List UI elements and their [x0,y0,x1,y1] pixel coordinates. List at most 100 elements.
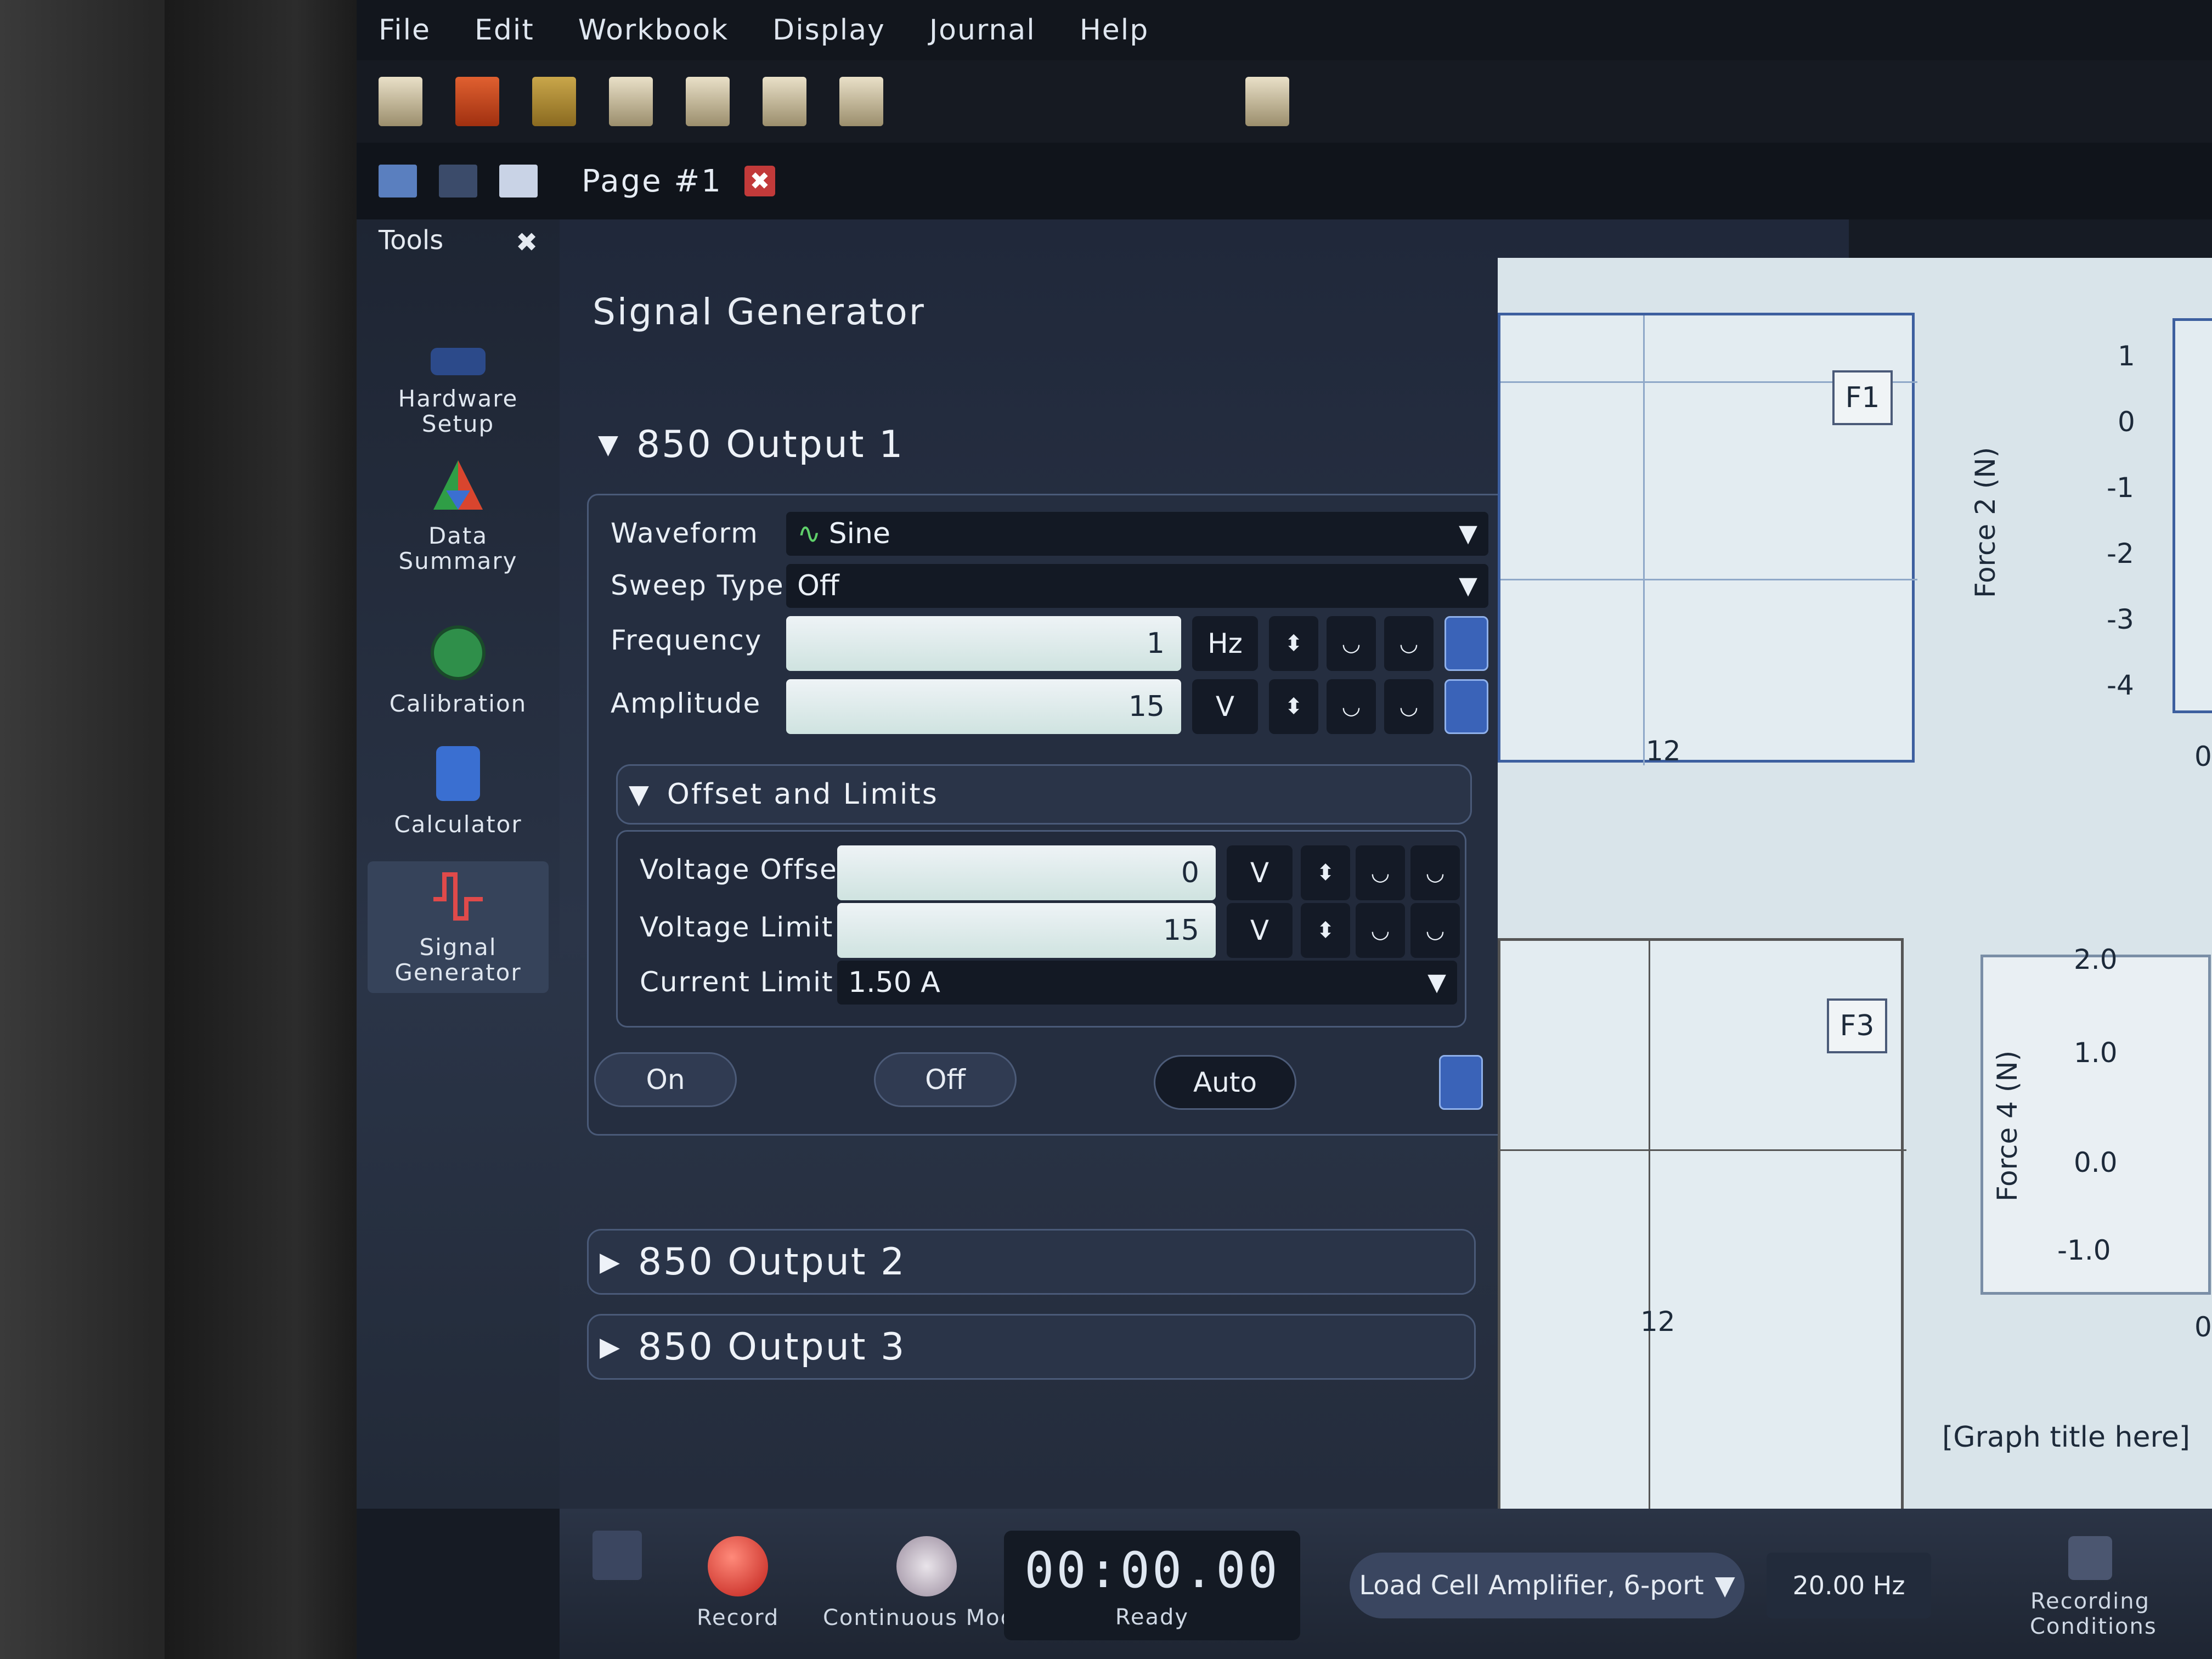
sweep-type-dropdown[interactable]: Off ▼ [786,564,1488,608]
graph-4-y-tick: 2.0 [2074,944,2118,975]
off-button[interactable]: Off [874,1052,1017,1107]
data-manager-icon [592,1531,642,1580]
continuous-mode-button[interactable]: Continuous Mode [823,1536,1030,1630]
amplitude-decrease-icon[interactable]: ◡ [1327,679,1376,734]
amplitude-unit-button[interactable]: V [1192,679,1258,734]
graph-2-plot[interactable] [2172,318,2212,713]
voltage-limit-input[interactable]: 15 [837,903,1216,958]
menu-file[interactable]: File [379,14,431,47]
amplitude-increase-icon[interactable]: ◡ [1384,679,1434,734]
paste-icon[interactable] [763,77,806,126]
menu-workbook[interactable]: Workbook [578,14,729,47]
graph-area: F1 12 0 Force 2 (N) 1 0 -1 -2 -3 -4 F3 1… [1498,258,2212,1544]
hardware-icon [431,348,486,375]
frequency-label: Frequency [611,624,763,656]
app-screen: File Edit Workbook Display Journal Help … [357,0,2212,1659]
voltage-limit-increase-icon[interactable]: ◡ [1410,903,1460,958]
offset-limits-header[interactable]: ▼ Offset and Limits [616,764,1472,825]
print-icon[interactable] [609,77,653,126]
frequency-stepper[interactable]: ⬍ [1269,616,1318,671]
output-2-header[interactable]: ▶ 850 Output 2 [587,1229,1476,1295]
chevron-down-icon: ▼ [1427,968,1446,996]
tool-label: Signal Generator [394,934,522,986]
frequency-unit-button[interactable]: Hz [1192,616,1258,671]
tool-hardware-setup[interactable]: Hardware Setup [368,324,549,444]
voltage-offset-decrease-icon[interactable]: ◡ [1356,845,1405,900]
output-1-header[interactable]: ▼ 850 Output 1 [587,411,1476,477]
voltage-offset-unit-button[interactable]: V [1227,845,1293,900]
chevron-down-icon: ▼ [1459,520,1477,548]
grid-layout-icon[interactable] [499,165,538,198]
grid-line [1500,579,1917,580]
voltage-limit-unit-button[interactable]: V [1227,903,1293,958]
current-limit-value: 1.50 A [848,966,940,999]
recording-conditions-button[interactable]: Recording Conditions [2030,1536,2156,1639]
tools-sidebar: Tools ✖ Hardware Setup Data Summary Cali… [357,219,560,1509]
open-folder-icon[interactable] [455,77,499,126]
recording-conditions-icon [2068,1536,2112,1580]
tool-calibration[interactable]: Calibration [368,603,549,724]
frequency-input[interactable]: 1 [786,616,1181,671]
menu-journal[interactable]: Journal [929,14,1036,47]
tool-data-summary[interactable]: Data Summary [368,460,549,582]
tool-label: Data Summary [398,522,518,574]
timer-status: Ready [1115,1604,1189,1630]
copy-icon[interactable] [686,77,730,126]
graph-4-y-title: Force 4 (N) [1991,1050,2023,1201]
data-manager-button[interactable] [592,1531,642,1580]
expand-caret-icon: ▼ [629,779,651,810]
output-2-title: 850 Output 2 [637,1240,906,1284]
close-tab-icon[interactable]: ✖ [744,166,775,196]
auto-button[interactable]: Auto [1154,1055,1296,1110]
frequency-calculator-icon[interactable] [1444,616,1488,671]
page-settings-icon[interactable] [439,165,477,198]
record-button[interactable]: Record [697,1536,779,1630]
voltage-offset-input[interactable]: 0 [837,845,1216,900]
new-file-icon[interactable] [379,77,422,126]
voltage-limit-stepper[interactable]: ⬍ [1301,903,1350,958]
waveform-dropdown[interactable]: ∿ Sine ▼ [786,512,1488,556]
sensor-dropdown[interactable]: Load Cell Amplifier, 6-port ▼ [1350,1553,1745,1618]
output-3-header[interactable]: ▶ 850 Output 3 [587,1314,1476,1380]
graph-1-y-tick: -2 [2107,538,2134,569]
grid-line [1643,315,1645,765]
graph-4-y-tick: 1.0 [2074,1037,2118,1069]
amplitude-calculator-icon[interactable] [1444,679,1488,734]
menu-display[interactable]: Display [772,14,885,47]
waveform-value: Sine [828,517,890,550]
waveform-label: Waveform [611,517,759,549]
on-button[interactable]: On [594,1052,737,1107]
graph-1-y-tick: 1 [2118,340,2135,372]
amplitude-stepper[interactable]: ⬍ [1269,679,1318,734]
tool-signal-generator[interactable]: Signal Generator [368,861,549,993]
voltage-offset-stepper[interactable]: ⬍ [1301,845,1350,900]
frequency-increase-icon[interactable]: ◡ [1384,616,1434,671]
current-limit-dropdown[interactable]: 1.50 A ▼ [837,961,1457,1005]
page-icon[interactable] [379,165,417,198]
frequency-decrease-icon[interactable]: ◡ [1327,616,1376,671]
graph-title[interactable]: [Graph title here] [1942,1421,2190,1454]
main-toolbar [357,60,2212,143]
voltage-limit-decrease-icon[interactable]: ◡ [1356,903,1405,958]
tool-calculator[interactable]: Calculator [368,724,549,845]
panel-title: Signal Generator [592,291,926,333]
amplitude-input[interactable]: 15 [786,679,1181,734]
layout-icon[interactable] [1245,77,1289,126]
graph-1-y-tick: -3 [2107,603,2134,635]
graph-1-y-title: Force 2 (N) [1970,447,2001,598]
graph-3-x-tick-right: 0 [2194,1311,2212,1343]
grid-line [1500,1149,1906,1151]
output-calculator-icon[interactable] [1439,1055,1483,1110]
sample-rate-field[interactable]: 20.00 Hz [1767,1553,1931,1618]
menu-edit[interactable]: Edit [475,14,534,47]
page-tab-bar: Page #1 ✖ [357,143,2212,219]
close-tools-icon[interactable]: ✖ [516,227,538,258]
save-icon[interactable] [532,77,576,126]
graph-1-x-tick: 12 [1646,735,1681,767]
screenshot-icon[interactable] [839,77,883,126]
tab-page-1[interactable]: Page #1 [582,163,723,199]
chevron-down-icon: ▼ [1714,1570,1735,1601]
menu-help[interactable]: Help [1080,14,1149,47]
voltage-offset-increase-icon[interactable]: ◡ [1410,845,1460,900]
sensor-value: Load Cell Amplifier, 6-port [1359,1570,1704,1601]
